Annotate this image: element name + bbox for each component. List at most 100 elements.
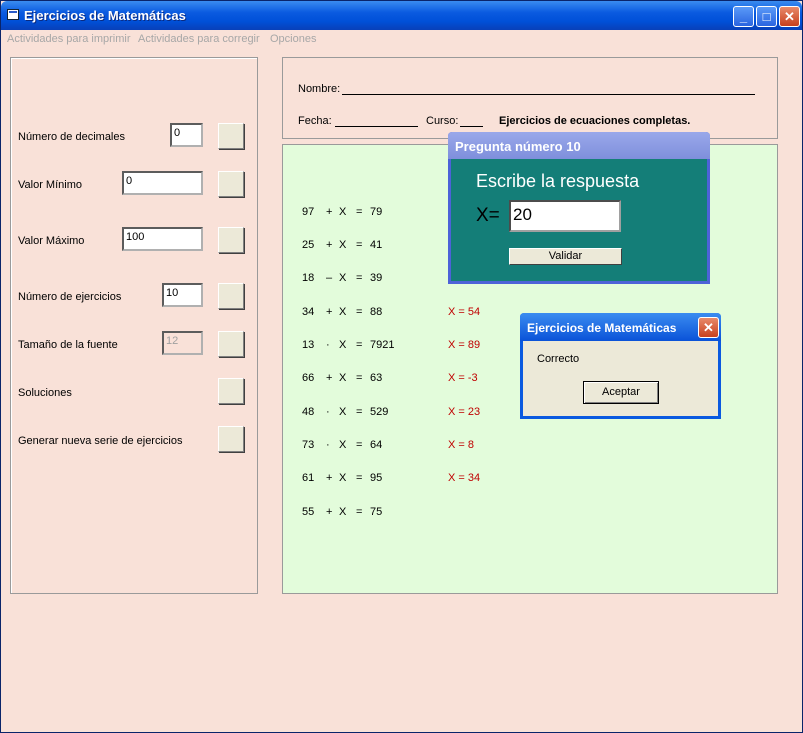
exercise-variable: X	[339, 339, 347, 351]
exercise-operand: 66	[302, 372, 315, 384]
exercise-result: 529	[370, 406, 389, 418]
exercise-row: 55 + X = 75	[302, 506, 522, 520]
menu-bar: Actividades para imprimir Actividades pa…	[1, 30, 802, 49]
maximo-input[interactable]: 100	[122, 227, 203, 251]
exercise-operand: 34	[302, 306, 315, 318]
fuente-input: 12	[162, 331, 203, 355]
exercise-operand: 55	[302, 506, 315, 518]
answer-input[interactable]: 20	[509, 200, 621, 232]
exercise-equals: =	[356, 206, 363, 218]
fuente-label: Tamaño de la fuente	[18, 339, 118, 351]
worksheet-header: Nombre: Fecha: Curso: Ejercicios de ecua…	[282, 57, 778, 139]
exercise-variable: X	[339, 472, 347, 484]
nombre-label: Nombre:	[298, 83, 341, 95]
maximo-label: Valor Máximo	[18, 235, 85, 247]
worksheet-title: Ejercicios de ecuaciones completas.	[499, 115, 691, 127]
ejercicios-input[interactable]: 10	[162, 283, 203, 307]
ejercicios-button[interactable]	[218, 283, 244, 309]
exercise-variable: X	[339, 506, 347, 518]
exercise-operator: +	[326, 472, 333, 484]
exercise-variable: X	[339, 439, 347, 451]
exercise-operator: ·	[326, 406, 330, 418]
fecha-line	[335, 126, 418, 127]
exercise-variable: X	[339, 306, 347, 318]
exercise-result: 88	[370, 306, 383, 318]
maximo-button[interactable]	[218, 227, 244, 253]
exercise-row: 13 · X = 7921 X = 89	[302, 339, 522, 353]
exercise-equals: =	[356, 406, 363, 418]
exercise-operator: +	[326, 239, 333, 251]
decimales-label: Número de decimales	[18, 131, 125, 143]
exercise-result: 64	[370, 439, 383, 451]
x-equals-label: X=	[476, 205, 500, 226]
aceptar-button[interactable]: Aceptar	[583, 381, 659, 404]
exercise-operator: ·	[326, 339, 330, 351]
question-heading: Escribe la respuesta	[476, 171, 640, 191]
validar-button[interactable]: Validar	[509, 248, 622, 265]
exercise-result: 75	[370, 506, 383, 518]
exercise-operator: +	[326, 306, 333, 318]
exercise-result: 79	[370, 206, 383, 218]
generar-label: Generar nueva serie de ejercicios	[18, 435, 183, 447]
question-dialog: Pregunta número 10 Escribe la respuesta …	[448, 132, 710, 284]
exercise-equals: =	[356, 439, 363, 451]
exercise-equals: =	[356, 372, 363, 384]
menu-actividades-imprimir[interactable]: Actividades para imprimir	[7, 33, 130, 45]
exercise-equals: =	[356, 306, 363, 318]
message-dialog: Ejercicios de Matemáticas ✕ Correcto Ace…	[520, 313, 721, 419]
minimo-label: Valor Mínimo	[18, 179, 82, 191]
close-button[interactable]: ✕	[779, 6, 800, 27]
minimize-button[interactable]: _	[733, 6, 754, 27]
exercise-row: 34 + X = 88 X = 54	[302, 306, 522, 320]
message-dialog-close-button[interactable]: ✕	[698, 317, 719, 338]
exercise-solution: X = -3	[448, 372, 478, 384]
minimo-input[interactable]: 0	[122, 171, 203, 195]
message-text: Correcto	[537, 353, 580, 365]
fuente-button[interactable]	[218, 331, 244, 357]
main-window: Ejercicios de Matemáticas _ □ ✕ Activida…	[0, 0, 803, 733]
exercise-variable: X	[339, 406, 347, 418]
exercise-equals: =	[356, 272, 363, 284]
app-icon[interactable]	[7, 9, 19, 20]
decimales-input[interactable]: 0	[170, 123, 203, 147]
exercise-result: 41	[370, 239, 383, 251]
exercise-operand: 48	[302, 406, 315, 418]
exercise-row: 73 · X = 64 X = 8	[302, 439, 522, 453]
ejercicios-label: Número de ejercicios	[18, 291, 122, 303]
exercise-solution: X = 8	[448, 439, 474, 451]
menu-actividades-corregir[interactable]: Actividades para corregir	[138, 33, 260, 45]
exercise-variable: X	[339, 272, 347, 284]
curso-label: Curso:	[426, 115, 459, 127]
generar-button[interactable]	[218, 426, 244, 452]
menu-opciones[interactable]: Opciones	[270, 33, 316, 45]
exercise-solution: X = 89	[448, 339, 481, 351]
exercise-equals: =	[356, 239, 363, 251]
title-bar[interactable]: Ejercicios de Matemáticas _ □ ✕	[1, 1, 802, 30]
exercise-operator: ·	[326, 439, 330, 451]
soluciones-label: Soluciones	[18, 387, 72, 399]
exercise-result: 7921	[370, 339, 395, 351]
exercise-result: 95	[370, 472, 383, 484]
exercise-equals: =	[356, 506, 363, 518]
question-dialog-title[interactable]: Pregunta número 10	[448, 132, 710, 159]
decimales-button[interactable]	[218, 123, 244, 149]
exercise-equals: =	[356, 472, 363, 484]
exercise-row: 61 + X = 95 X = 34	[302, 472, 522, 486]
exercise-operand: 61	[302, 472, 315, 484]
exercise-operator: +	[326, 206, 333, 218]
curso-line	[460, 126, 483, 127]
exercise-variable: X	[339, 239, 347, 251]
minimo-button[interactable]	[218, 171, 244, 197]
exercise-operand: 73	[302, 439, 315, 451]
exercise-variable: X	[339, 206, 347, 218]
exercise-row: 48 · X = 529 X = 23	[302, 406, 522, 420]
soluciones-button[interactable]	[218, 378, 244, 404]
exercise-operator: –	[326, 272, 333, 284]
nombre-line	[342, 94, 755, 95]
maximize-button[interactable]: □	[756, 6, 777, 27]
exercise-operand: 97	[302, 206, 315, 218]
message-dialog-title[interactable]: Ejercicios de Matemáticas	[520, 313, 721, 341]
fecha-label: Fecha:	[298, 115, 332, 127]
exercise-operand: 18	[302, 272, 315, 284]
settings-panel: Número de decimales 0 Valor Mínimo 0 Val…	[10, 57, 258, 594]
